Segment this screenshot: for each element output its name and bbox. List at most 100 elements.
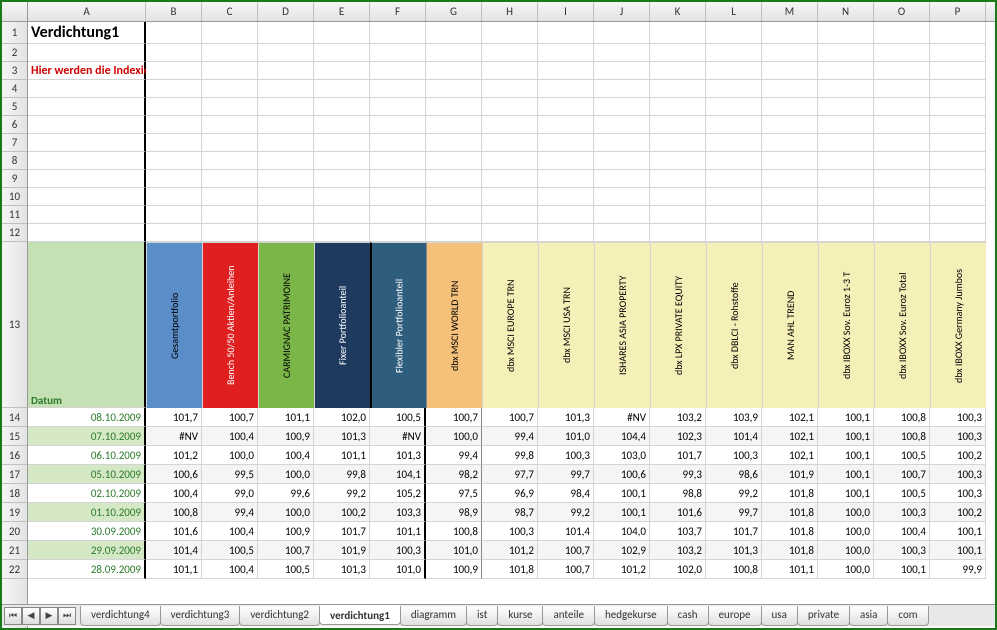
cell-F[interactable] <box>370 152 426 170</box>
cell-A[interactable] <box>28 206 146 224</box>
cell-L[interactable] <box>706 152 762 170</box>
data-cell[interactable]: 98,8 <box>650 484 706 503</box>
data-cell[interactable]: 100,1 <box>874 560 930 579</box>
data-cell[interactable]: #NV <box>370 427 426 446</box>
data-cell[interactable]: 100,1 <box>594 484 650 503</box>
data-cell[interactable]: 100,7 <box>874 465 930 484</box>
sheet-tab-usa[interactable]: usa <box>761 606 798 626</box>
cell-G[interactable] <box>426 206 482 224</box>
row-header-6[interactable]: 6 <box>2 116 27 134</box>
cell-D[interactable] <box>258 224 314 242</box>
data-cell[interactable]: 101,2 <box>482 541 538 560</box>
cell-I[interactable] <box>538 188 594 206</box>
cell-K[interactable] <box>650 62 706 80</box>
row-header-5[interactable]: 5 <box>2 98 27 116</box>
cell-N[interactable] <box>818 116 874 134</box>
data-cell[interactable]: 100,7 <box>202 408 258 427</box>
data-cell[interactable]: 96,9 <box>482 484 538 503</box>
cell-F[interactable] <box>370 206 426 224</box>
cell-L[interactable] <box>706 224 762 242</box>
cell-E[interactable] <box>314 206 370 224</box>
cell-P[interactable] <box>930 62 986 80</box>
data-cell[interactable]: 101,0 <box>370 560 426 579</box>
cell-P[interactable] <box>930 152 986 170</box>
date-cell[interactable]: 29.09.2009 <box>28 541 146 560</box>
data-cell[interactable]: 100,3 <box>930 427 986 446</box>
cell-C[interactable] <box>202 80 258 98</box>
data-cell[interactable]: 102,9 <box>594 541 650 560</box>
data-cell[interactable]: 102,0 <box>650 560 706 579</box>
cell-B[interactable] <box>146 152 202 170</box>
cell-I[interactable] <box>538 44 594 62</box>
cell-M[interactable] <box>762 152 818 170</box>
row-header-16[interactable]: 16 <box>2 446 27 465</box>
data-cell[interactable]: 103,9 <box>706 408 762 427</box>
cell-H[interactable] <box>482 134 538 152</box>
data-cell[interactable]: 101,9 <box>762 465 818 484</box>
cell-C[interactable] <box>202 170 258 188</box>
column-title-N[interactable]: dbx IBOXX Sov. Euroz 1-3 T <box>818 242 874 408</box>
data-cell[interactable]: 102,1 <box>762 446 818 465</box>
cell-C[interactable] <box>202 152 258 170</box>
tab-prev-icon[interactable]: ◀ <box>22 607 40 625</box>
column-header-L[interactable]: L <box>706 2 762 21</box>
data-cell[interactable]: 98,2 <box>426 465 482 484</box>
data-cell[interactable]: 100,9 <box>258 427 314 446</box>
data-cell[interactable]: 97,7 <box>482 465 538 484</box>
cell-M[interactable] <box>762 134 818 152</box>
cell-P[interactable] <box>930 134 986 152</box>
data-cell[interactable]: 100,0 <box>818 503 874 522</box>
cell-J[interactable] <box>594 116 650 134</box>
cell-G[interactable] <box>426 22 482 44</box>
cell-D[interactable] <box>258 188 314 206</box>
data-cell[interactable]: 101,3 <box>706 541 762 560</box>
data-cell[interactable]: 101,7 <box>314 522 370 541</box>
cell-E[interactable] <box>314 134 370 152</box>
cell-A[interactable] <box>28 224 146 242</box>
data-cell[interactable]: 101,3 <box>538 408 594 427</box>
cell-I[interactable] <box>538 152 594 170</box>
cell-H[interactable] <box>482 44 538 62</box>
cell-J[interactable] <box>594 206 650 224</box>
cell-C[interactable] <box>202 22 258 44</box>
cell-A[interactable] <box>28 170 146 188</box>
column-title-C[interactable]: Bench 50/50 Aktien/Anleihen <box>202 242 258 408</box>
cells-area[interactable]: Verdichtung1Hier werden die Indexierunge… <box>28 22 995 628</box>
cell-O[interactable] <box>874 62 930 80</box>
cell-A[interactable] <box>28 80 146 98</box>
data-cell[interactable]: 100,7 <box>426 408 482 427</box>
cell-M[interactable] <box>762 116 818 134</box>
cell-N[interactable] <box>818 98 874 116</box>
date-cell[interactable]: 28.09.2009 <box>28 560 146 579</box>
cell-N[interactable] <box>818 206 874 224</box>
data-cell[interactable]: 100,1 <box>930 522 986 541</box>
date-cell[interactable]: 01.10.2009 <box>28 503 146 522</box>
data-cell[interactable]: 100,1 <box>818 446 874 465</box>
data-cell[interactable]: 100,9 <box>258 522 314 541</box>
data-cell[interactable]: 100,1 <box>818 427 874 446</box>
data-cell[interactable]: 99,9 <box>930 560 986 579</box>
cell-F[interactable] <box>370 62 426 80</box>
cell-N[interactable] <box>818 134 874 152</box>
cell-B[interactable] <box>146 98 202 116</box>
cell-G[interactable] <box>426 188 482 206</box>
data-cell[interactable]: 99,4 <box>426 446 482 465</box>
column-title-P[interactable]: dbx IBOXX Germany Jumbos <box>930 242 986 408</box>
data-cell[interactable]: 100,4 <box>202 522 258 541</box>
date-cell[interactable]: 07.10.2009 <box>28 427 146 446</box>
data-cell[interactable]: 100,2 <box>314 503 370 522</box>
cell-L[interactable] <box>706 134 762 152</box>
data-cell[interactable]: 101,7 <box>650 446 706 465</box>
column-header-K[interactable]: K <box>650 2 706 21</box>
cell-N[interactable] <box>818 170 874 188</box>
data-cell[interactable]: 101,1 <box>762 560 818 579</box>
column-header-D[interactable]: D <box>258 2 314 21</box>
data-cell[interactable]: 100,8 <box>874 427 930 446</box>
cell-M[interactable] <box>762 188 818 206</box>
column-header-C[interactable]: C <box>202 2 258 21</box>
row-header-15[interactable]: 15 <box>2 427 27 446</box>
cell-L[interactable] <box>706 206 762 224</box>
cell-B[interactable] <box>146 116 202 134</box>
sheet-tab-cash[interactable]: cash <box>667 606 709 626</box>
cell-H[interactable] <box>482 188 538 206</box>
